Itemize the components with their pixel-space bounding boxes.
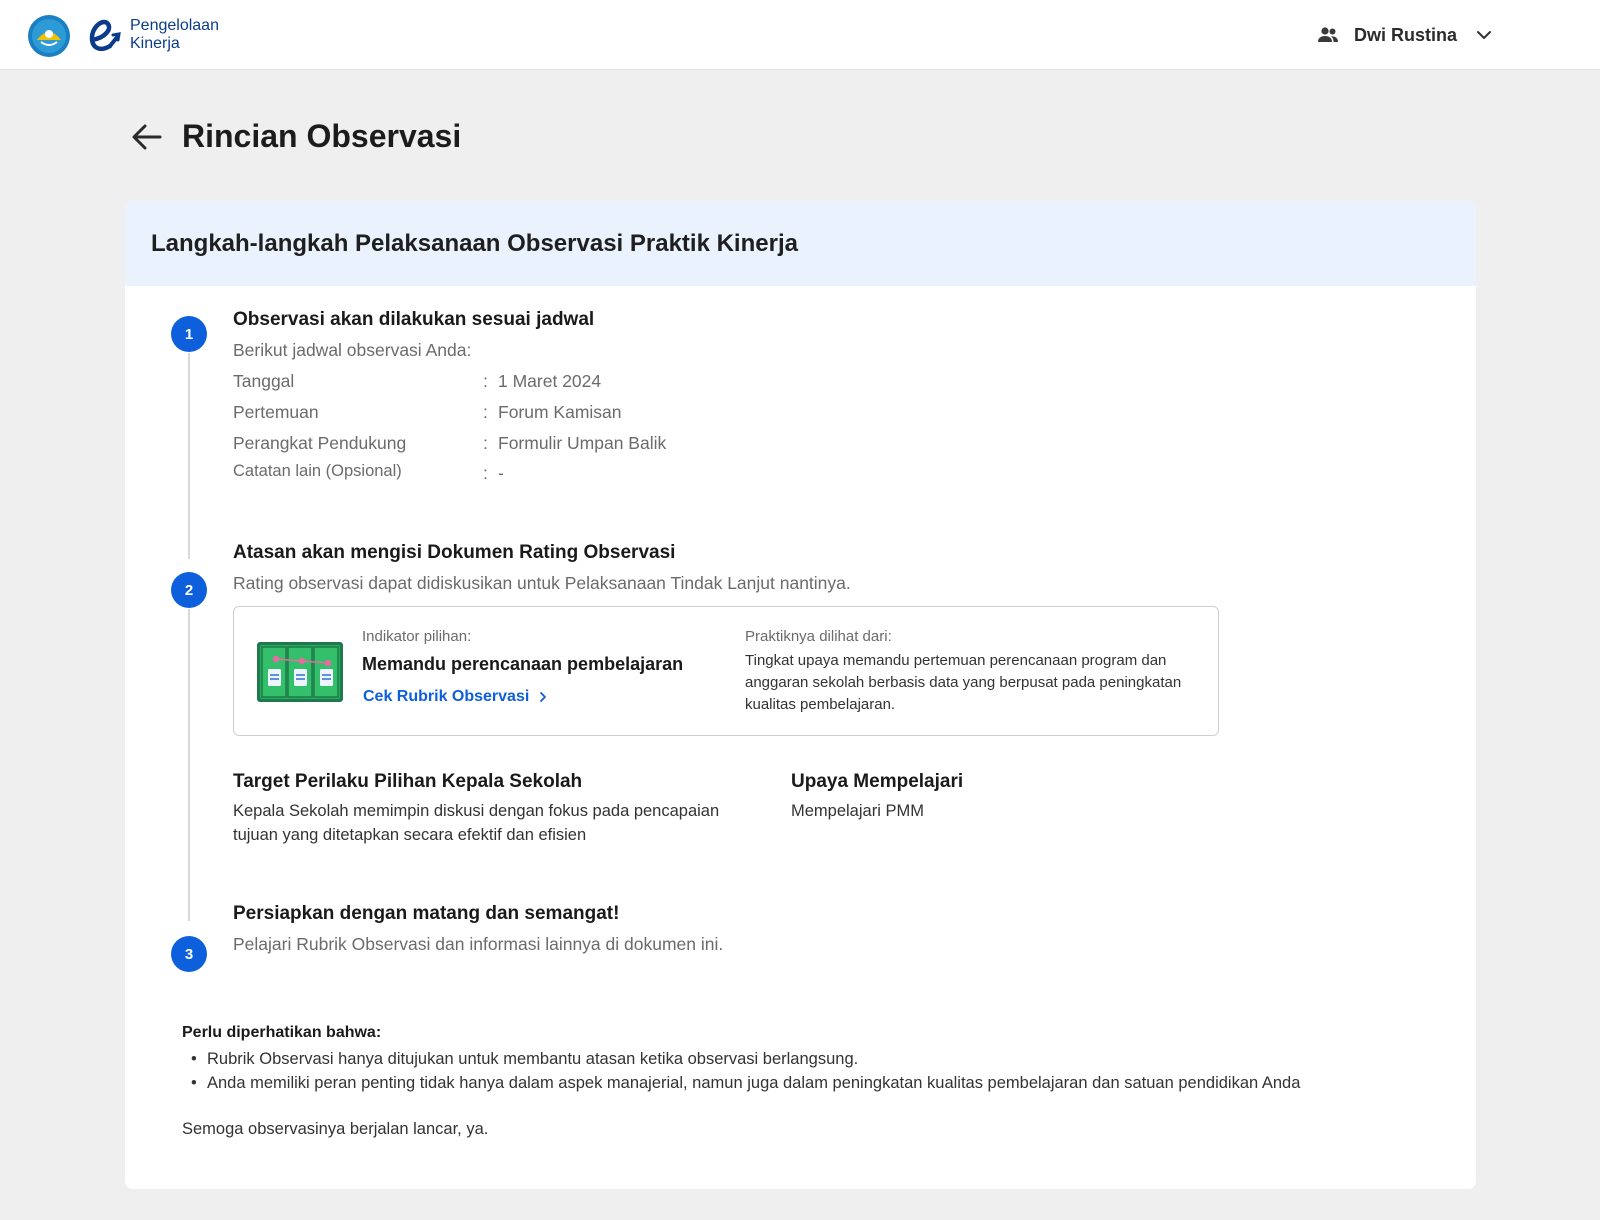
- page-title: Rincian Observasi: [182, 118, 462, 154]
- chevron-down-icon[interactable]: [1475, 26, 1493, 44]
- brand-name: Pengelolaan Kinerja: [130, 17, 219, 53]
- top-navbar: Pengelolaan Kinerja Dwi Rustina: [0, 0, 1600, 70]
- schedule-label-date: Tanggal: [233, 371, 295, 391]
- arrow-left-icon[interactable]: [130, 120, 164, 154]
- target-behavior-title: Target Perilaku Pilihan Kepala Sekolah: [233, 771, 583, 792]
- timeline-connector: [188, 353, 190, 559]
- indicator-card: Indikator pilihan: Memandu perencanaan p…: [233, 606, 1219, 736]
- step-2-subtitle: Rating observasi dapat didiskusikan untu…: [233, 573, 851, 593]
- practice-label: Praktiknya dilihat dari:: [745, 628, 892, 645]
- rubric-link-label[interactable]: Cek Rubrik Observasi: [363, 688, 529, 706]
- step-number-1: 1: [171, 316, 207, 352]
- schedule-separator: :: [483, 402, 488, 422]
- step-3-title: Persiapkan dengan matang dan semangat!: [233, 903, 620, 924]
- observation-steps-card: Langkah-langkah Pelaksanaan Observasi Pr…: [125, 201, 1476, 1189]
- tut-wuri-handayani-logo[interactable]: [27, 14, 71, 58]
- card-header: Langkah-langkah Pelaksanaan Observasi Pr…: [125, 201, 1476, 286]
- step-2-title: Atasan akan mengisi Dokumen Rating Obser…: [233, 542, 676, 563]
- schedule-value-notes: -: [498, 463, 504, 483]
- page-heading: Rincian Observasi: [130, 118, 461, 155]
- notes-item: Anda memiliki peran penting tidak hanya …: [182, 1071, 1300, 1095]
- rubric-link[interactable]: Cek Rubrik Observasi: [363, 688, 549, 706]
- brand-line-1: Pengelolaan: [130, 17, 219, 34]
- schedule-value-date: 1 Maret 2024: [498, 371, 602, 391]
- closing-message: Semoga observasinya berjalan lancar, ya.: [182, 1120, 489, 1138]
- schedule-label-notes: Catatan lain (Opsional): [233, 462, 402, 480]
- rubric-document-illustration: [257, 642, 343, 702]
- learning-effort-title: Upaya Mempelajari: [791, 771, 964, 792]
- indicator-label: Indikator pilihan:: [362, 628, 472, 645]
- practice-description: Tingkat upaya memandu pertemuan perencan…: [745, 652, 1182, 713]
- schedule-value-tools: Formulir Umpan Balik: [498, 433, 667, 453]
- step-1-title: Observasi akan dilakukan sesuai jadwal: [233, 309, 595, 330]
- step-3-subtitle: Pelajari Rubrik Observasi dan informasi …: [233, 934, 724, 954]
- chevron-right-icon[interactable]: [537, 691, 549, 703]
- timeline-connector: [188, 609, 190, 921]
- brand-line-2: Kinerja: [130, 35, 180, 52]
- schedule-value-meeting: Forum Kamisan: [498, 402, 622, 422]
- schedule-separator: :: [483, 371, 488, 391]
- schedule-separator: :: [483, 463, 488, 483]
- target-behavior-text: Kepala Sekolah memimpin diskusi dengan f…: [233, 802, 720, 844]
- user-menu[interactable]: Dwi Rustina: [1316, 20, 1493, 50]
- indicator-value: Memandu perencanaan pembelajaran: [362, 654, 684, 674]
- users-icon: [1318, 27, 1338, 42]
- step-number-3: 3: [171, 936, 207, 972]
- schedule-label-tools: Perangkat Pendukung: [233, 433, 407, 453]
- e-kinerja-logo[interactable]: [86, 18, 126, 54]
- notes-item: Rubrik Observasi hanya ditujukan untuk m…: [182, 1047, 1300, 1071]
- user-name[interactable]: Dwi Rustina: [1354, 25, 1457, 46]
- schedule-separator: :: [483, 433, 488, 453]
- learning-effort-text: Mempelajari PMM: [791, 802, 924, 820]
- step-1-subtitle: Berikut jadwal observasi Anda:: [233, 340, 472, 360]
- notes-title: Perlu diperhatikan bahwa:: [182, 1024, 382, 1041]
- step-number-2: 2: [171, 572, 207, 608]
- schedule-label-meeting: Pertemuan: [233, 402, 319, 422]
- card-title: Langkah-langkah Pelaksanaan Observasi Pr…: [151, 229, 798, 257]
- notes-list: Rubrik Observasi hanya ditujukan untuk m…: [182, 1047, 1300, 1095]
